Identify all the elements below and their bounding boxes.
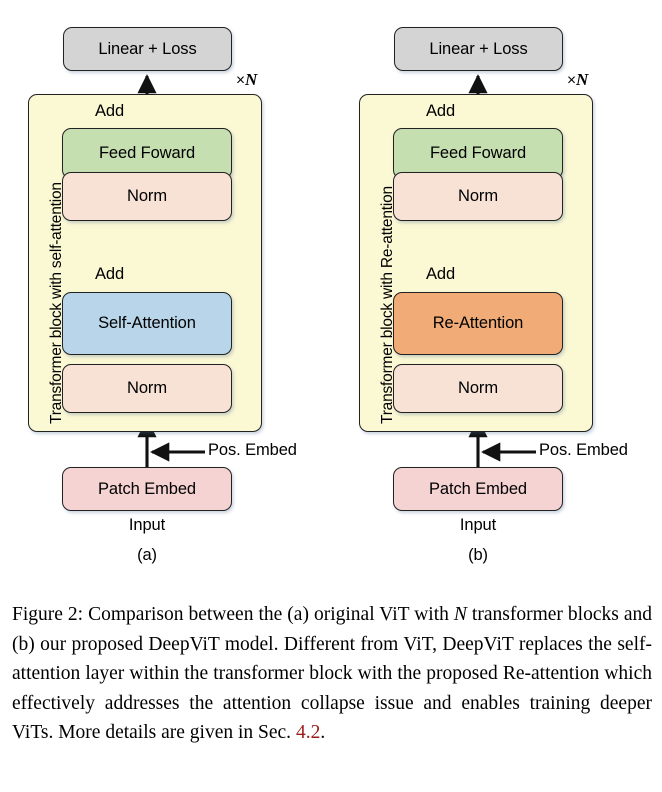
repeat-symbol-b: N: [575, 70, 589, 89]
repeat-count-label-b: ×N: [567, 70, 588, 90]
label-add-bottom-a: Add: [95, 265, 125, 283]
label-add-bottom-b: Add: [426, 265, 456, 283]
node-norm-top-a[interactable]: Norm: [62, 172, 232, 221]
label-pos-embed-a: Pos. Embed: [208, 441, 297, 459]
repeat-prefix-b: ×: [567, 72, 576, 89]
caption-label: Figure 2:: [12, 604, 84, 625]
node-self-attention-a[interactable]: Self-Attention: [62, 292, 232, 355]
panel-a-vit: Transformer block with self-attention ×N…: [0, 0, 331, 590]
node-linear-loss-b[interactable]: Linear + Loss: [394, 27, 563, 71]
figure-caption: Figure 2: Comparison between the (a) ori…: [12, 600, 652, 748]
repeat-count-label-a: ×N: [236, 70, 257, 90]
node-norm-top-b[interactable]: Norm: [393, 172, 563, 221]
label-pos-embed-b: Pos. Embed: [539, 441, 628, 459]
repeat-symbol-a: N: [244, 70, 258, 89]
repeat-prefix-a: ×: [236, 72, 245, 89]
caption-part1: Comparison between the (a) original ViT …: [83, 604, 454, 625]
caption-part3: .: [320, 722, 326, 743]
label-input-a: Input: [128, 516, 166, 534]
node-patch-embed-b[interactable]: Patch Embed: [393, 467, 563, 511]
node-patch-embed-a[interactable]: Patch Embed: [62, 467, 232, 511]
node-norm-bottom-a[interactable]: Norm: [62, 364, 232, 413]
label-add-top-b: Add: [426, 102, 456, 120]
figure-2: Transformer block with self-attention ×N…: [0, 0, 662, 590]
label-input-b: Input: [459, 516, 497, 534]
node-re-attention-b[interactable]: Re-Attention: [393, 292, 563, 355]
caption-italic-n: N: [453, 604, 467, 625]
node-norm-bottom-b[interactable]: Norm: [393, 364, 563, 413]
panel-sublabel-a: (a): [137, 546, 157, 564]
node-linear-loss-a[interactable]: Linear + Loss: [63, 27, 232, 71]
caption-section-link[interactable]: 4.2: [296, 722, 320, 743]
label-add-top-a: Add: [95, 102, 125, 120]
panel-sublabel-b: (b): [468, 546, 488, 564]
panel-b-deepvit: Transformer block with Re-attention ×N L…: [331, 0, 662, 590]
